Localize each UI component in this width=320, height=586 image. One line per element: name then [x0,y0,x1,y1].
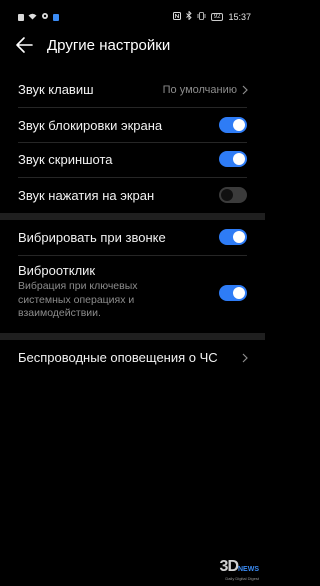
wifi-icon [28,13,37,22]
toggle-knob [233,119,245,131]
toggle-knob [233,231,245,243]
status-left-icons [18,12,59,22]
setting-label: Вибрировать при звонке [18,230,166,245]
divider [18,177,247,178]
setting-value: По умолчанию [162,84,237,96]
screenshot-sound-toggle[interactable] [219,151,247,167]
toggle-knob [233,153,245,165]
watermark-sub: Daily Digital Digest [225,576,259,581]
setting-label: Звук нажатия на экран [18,188,155,203]
setting-touch-sound: Звук нажатия на экран [0,184,265,208]
haptic-toggle[interactable] [219,285,247,301]
divider [18,142,247,143]
watermark-main: 3D [219,558,239,575]
page-title: Другие настройки [47,37,171,54]
back-button[interactable] [13,33,35,57]
vibrate-icon [197,11,206,22]
vibrate-on-ring-toggle[interactable] [219,229,247,245]
status-right-icons: 92 15:37 [172,10,251,22]
notification-icon [18,13,24,21]
setting-label: Виброотклик [18,263,96,278]
chevron-right-icon [242,353,248,363]
watermark-logo: 3DNEWS Daily Digital Digest [199,558,259,582]
setting-haptic: Виброотклик Вибрация при ключевых систем… [0,261,265,329]
setting-key-sound[interactable]: Звук клавиш По умолчанию [0,78,265,102]
setting-label: Звук скриншота [18,152,113,167]
setting-label: Беспроводные оповещения о ЧС [18,350,218,365]
divider [18,255,247,256]
lock-sound-toggle[interactable] [219,117,247,133]
setting-description: Вибрация при ключевых системных операция… [18,280,138,319]
setting-vibrate-on-ring: Вибрировать при звонке [0,226,265,250]
status-bar: 92 15:37 [0,0,265,30]
section-separator [0,333,265,340]
setting-label: Звук клавиш [18,82,94,97]
setting-emergency-alerts[interactable]: Беспроводные оповещения о ЧС [0,346,265,370]
battery-indicator: 92 [210,12,224,21]
setting-lock-sound: Звук блокировки экрана [0,114,265,138]
status-time: 15:37 [228,11,251,22]
app-header: Другие настройки [0,32,265,60]
setting-label: Звук блокировки экрана [18,118,163,133]
setting-screenshot-sound: Звук скриншота [0,148,265,172]
app-icon [53,13,59,21]
back-arrow-icon [16,37,33,53]
watermark-news: NEWS [238,566,259,573]
touch-sound-toggle[interactable] [219,187,247,203]
settings-gear-icon [41,12,49,22]
section-separator [0,213,265,220]
nfc-icon [172,11,181,22]
toggle-knob [233,287,245,299]
toggle-knob [221,189,233,201]
chevron-right-icon [242,85,248,95]
divider [18,107,247,108]
bluetooth-icon [185,10,192,22]
